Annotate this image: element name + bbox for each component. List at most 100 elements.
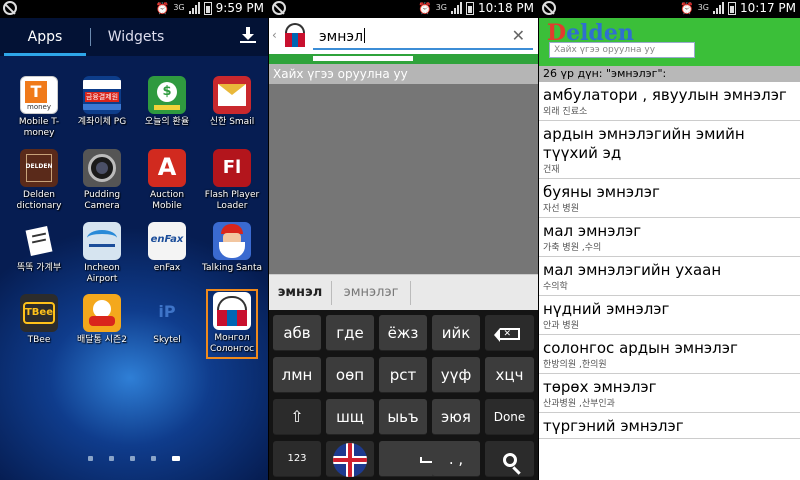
clear-icon[interactable]: ✕ [512,26,525,45]
signal-icon [188,2,200,14]
app-label: Монгол Солонгос [209,333,255,354]
key-gde[interactable]: где [326,315,374,351]
tmoney-icon: T money [20,76,58,114]
shift-key[interactable]: ⇧ [273,399,321,435]
search-query: эмнэл [319,29,364,45]
app-label: 오늘의 환율 [144,117,190,127]
app-delden-dictionary[interactable]: DELDEN Delden dictionary [6,149,72,212]
app-label: 신한 Smail [209,117,255,127]
list-item[interactable]: түргэний эмнэлэг [539,413,800,439]
search-bar: ‹ эмнэл ✕ [269,18,538,54]
no-sim-icon [272,1,286,15]
battery-icon [728,1,736,15]
back-chevron-icon[interactable]: ‹ [272,28,277,42]
key-abv[interactable]: абв [273,315,321,351]
list-item[interactable]: мал эмнэлэг 가축 병원 ,수의 [539,218,800,257]
key-rst[interactable]: рст [379,357,427,393]
app-ttok-ledger[interactable]: 똑똑 가계부 [6,222,72,274]
page-dot[interactable] [130,456,135,461]
network-type: 3G [697,3,709,12]
language-key[interactable] [326,441,374,477]
punctuation-key[interactable]: . , [432,441,480,477]
app-mobile-tmoney[interactable]: T money Mobile T-money [6,76,72,139]
key-yozhz[interactable]: ёжз [379,315,427,351]
app-skytel[interactable]: iP Skytel [134,294,200,346]
list-item[interactable]: мал эмнэлэгийн ухаан 수의학 [539,257,800,296]
result-mongolian: ардын эмнэлэгийн эмийн түүхий эд [543,125,745,162]
result-korean: 안과 병원 [543,321,579,331]
tab-widgets[interactable]: Widgets [90,18,182,56]
key-lmn[interactable]: лмн [273,357,321,393]
list-item[interactable]: солонгос ардын эмнэлэг 한방의원 ,한의원 [539,335,800,374]
key-khts[interactable]: хцч [485,357,534,393]
app-bank-transfer-pg[interactable]: 금융결제원 계좌이체 PG [69,76,135,128]
done-key[interactable]: Done [485,399,534,435]
suggestion-item[interactable]: эмнэл [269,275,331,310]
app-exchange-rate[interactable]: $ 오늘의 환율 [134,76,200,128]
app-enfax[interactable]: enFax enFax [134,222,200,274]
app-auction-mobile[interactable]: A Auction Mobile [134,149,200,212]
search-hint: Хайх үгээ оруулна уу [269,64,538,84]
number-mode-key[interactable]: 123 [273,441,321,477]
alarm-icon: ⏰ [418,1,432,15]
app-incheon-airport[interactable]: Incheon Airport [69,222,135,285]
app-tbee[interactable]: TBee TBee [6,294,72,346]
backspace-icon: ✕ [493,327,520,342]
app-baedaltong[interactable]: 배달통 시즌2 [69,294,135,346]
key-iyk[interactable]: ийк [432,315,480,351]
key-oop[interactable]: оөп [326,357,374,393]
page-dot-active[interactable] [172,456,180,461]
list-item[interactable]: амбулатори , явуулын эмнэлэг 외래 진료소 [539,82,800,121]
mongol-dict-icon[interactable] [282,23,308,49]
page-dot[interactable] [109,456,114,461]
camera-icon [83,149,121,187]
network-type: 3G [173,3,185,12]
status-bar: ⏰ 3G 10:17 PM [539,0,800,18]
download-icon[interactable] [240,27,256,43]
key-uuf[interactable]: уүф [432,357,480,393]
battery-icon [466,1,474,15]
clock: 10:17 PM [740,1,796,15]
result-korean: 한방의원 ,한의원 [543,360,607,370]
list-item[interactable]: төрөх эмнэлэг 산과병원 ,산부인과 [539,374,800,413]
app-flash-player-loader[interactable]: Fl Flash Player Loader [199,149,265,212]
app-label: Incheon Airport [84,263,120,284]
result-korean: 산과병원 ,산부인과 [543,399,615,409]
backspace-key[interactable]: ✕ [485,315,534,351]
suggestion-item[interactable]: эмнэлэг [332,275,410,310]
app-label: 계좌이체 PG [77,117,127,127]
app-label: Pudding Camera [83,190,121,211]
result-mongolian: амбулатори , явуулын эмнэлэг [543,86,787,104]
keyboard: абв где ёжз ийк ✕ лмн оөп рст уүф хцч ⇧ … [269,310,538,480]
app-pudding-camera[interactable]: Pudding Camera [69,149,135,212]
clock: 9:59 PM [215,1,264,15]
app-label: Flash Player Loader [204,190,260,211]
status-bar: ⏰ 3G 10:18 PM [269,0,538,18]
list-item[interactable]: ардын эмнэлэгийн эмийн түүхий эд 건재 [539,121,800,179]
result-korean: 수의학 [543,282,568,292]
delivery-icon [83,294,121,332]
list-item[interactable]: нүдний эмнэлэг 안과 병원 [539,296,800,335]
page-dot[interactable] [151,456,156,461]
ledger-icon [20,222,58,260]
result-korean: 건재 [543,165,560,175]
page-dot[interactable] [88,456,93,461]
result-count: 26 үр дүн: "эмнэлэг": [539,66,800,82]
enfax-icon: enFax [148,222,186,260]
search-screen: ⏰ 3G 10:18 PM ‹ эмнэл ✕ Хайх үгээ оруулн… [269,0,538,480]
result-mongolian: мал эмнэлэг [543,222,642,240]
search-key[interactable] [485,441,534,477]
app-mongol-solongos[interactable]: Монгол Солонгос [206,289,258,359]
key-eyuya[interactable]: эюя [432,399,480,435]
app-label: enFax [153,263,181,273]
search-input[interactable]: Хайх үгээ оруулна уу [549,42,695,58]
search-icon [502,452,521,475]
tab-apps[interactable]: Apps [0,18,90,56]
key-yy[interactable]: ыьъ [379,399,427,435]
list-item[interactable]: буяны эмнэлэг 자선 병원 [539,179,800,218]
app-talking-santa[interactable]: Talking Santa [199,222,265,274]
key-shsch[interactable]: шщ [326,399,374,435]
app-shinhan-smail[interactable]: 신한 Smail [199,76,265,128]
search-input[interactable]: эмнэл ✕ [313,24,533,50]
auction-icon: A [148,149,186,187]
